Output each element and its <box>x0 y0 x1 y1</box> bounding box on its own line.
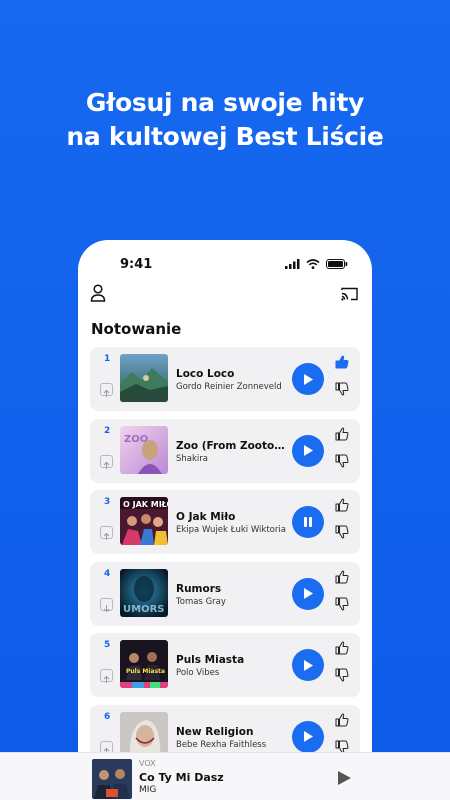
list-item[interactable]: 5 Puls Miasta Puls Miasta Polo Vibes <box>90 633 360 697</box>
profile-icon[interactable] <box>90 284 106 306</box>
now-playing-title: Co Ty Mi Dasz <box>139 771 224 784</box>
album-cover <box>120 354 168 402</box>
thumbs-up-icon[interactable] <box>335 569 349 588</box>
trend-up-icon <box>100 526 113 540</box>
promo-line-1: Głosuj na swoje hity <box>85 88 365 117</box>
thumbs-down-icon[interactable] <box>335 381 349 400</box>
thumbs-up-icon[interactable] <box>335 354 349 373</box>
song-title: Zoo (From Zootopia 2) <box>176 439 290 452</box>
signal-icon <box>285 259 300 269</box>
song-title: Loco Loco <box>176 368 235 380</box>
pause-button[interactable] <box>292 506 324 538</box>
album-cover: UMORS <box>120 568 168 617</box>
thumbs-up-icon[interactable] <box>335 426 349 445</box>
thumbs-up-icon[interactable] <box>335 640 349 659</box>
list-item[interactable]: 4 UMORS Rumors Tomas Gray <box>90 561 360 626</box>
now-playing-cover <box>92 759 132 799</box>
song-title: Rumors <box>176 582 222 595</box>
status-bar: 9:41 <box>78 257 372 275</box>
play-icon <box>304 659 313 671</box>
play-button[interactable] <box>292 577 324 610</box>
status-time: 9:41 <box>120 257 153 272</box>
wifi-icon <box>306 259 320 269</box>
svg-text:UMORS: UMORS <box>123 604 164 615</box>
song-title: New Religion <box>176 725 254 738</box>
song-artist: Polo Vibes <box>176 668 220 678</box>
thumbs-down-icon[interactable] <box>335 453 349 472</box>
mini-player[interactable]: VOX Co Ty Mi Dasz MIG <box>0 752 450 800</box>
svg-text:Puls Miasta: Puls Miasta <box>126 668 165 675</box>
play-button[interactable] <box>292 649 324 681</box>
rank-number: 1 <box>104 354 111 364</box>
song-artist: Shakira <box>176 453 208 464</box>
thumbs-up-icon[interactable] <box>335 712 349 731</box>
song-title: Puls Miasta <box>176 654 245 666</box>
now-playing-artist: MIG <box>139 785 157 795</box>
rank-number: 6 <box>104 711 111 722</box>
trend-up-icon <box>100 383 113 397</box>
list-item[interactable]: 3 O JAK MIŁO O Jak Miło Ekipa Wujek <box>90 490 360 554</box>
trend-up-icon <box>100 669 113 683</box>
rank-number: 3 <box>104 497 111 507</box>
section-title: Notowanie <box>91 320 182 338</box>
status-icons <box>285 259 348 269</box>
song-artist: Bebe Rexha Faithless <box>176 739 267 750</box>
battery-icon <box>326 259 348 269</box>
list-item[interactable]: 1 Loco Loco Gordo Reinier Zonneveld <box>90 347 360 411</box>
song-artist: Ekipa Wujek Łuki Wiktoria <box>176 525 286 535</box>
thumbs-up-icon[interactable] <box>335 497 349 516</box>
top-bar <box>78 284 372 308</box>
pause-icon <box>304 517 312 527</box>
trend-up-icon <box>100 454 113 469</box>
list-item[interactable]: 2 ZOO Zoo (From Zootopia 2) Shakira <box>90 418 360 483</box>
play-icon <box>304 731 313 742</box>
play-icon <box>304 445 313 456</box>
play-icon <box>304 373 313 385</box>
promo-headline: Głosuj na swoje hity na kultowej Best Li… <box>0 86 450 154</box>
song-artist: Gordo Reinier Zonneveld <box>176 382 282 392</box>
song-title: O Jak Miło <box>176 511 236 523</box>
play-icon[interactable] <box>337 770 352 790</box>
promo-line-2: na kultowej Best Liście <box>66 122 384 151</box>
phone-mockup: 9:41 Notowanie 1 Loco Loco Gordo Reinier… <box>78 240 372 800</box>
song-artist: Tomas Gray <box>176 596 226 607</box>
chart-list: 1 Loco Loco Gordo Reinier Zonneveld 2 ZO… <box>90 347 360 776</box>
play-button[interactable] <box>292 720 324 753</box>
thumbs-down-icon[interactable] <box>335 524 349 543</box>
thumbs-down-icon[interactable] <box>335 596 349 615</box>
trend-down-icon <box>100 597 113 612</box>
album-cover: Puls Miasta <box>120 640 168 688</box>
play-button[interactable] <box>292 363 324 395</box>
svg-text:O JAK MIŁO: O JAK MIŁO <box>123 500 168 509</box>
album-cover: ZOO <box>120 425 168 474</box>
thumbs-down-icon[interactable] <box>335 667 349 686</box>
rank-number: 4 <box>104 568 111 579</box>
rank-number: 2 <box>104 425 111 436</box>
cast-icon[interactable] <box>341 286 358 305</box>
play-button[interactable] <box>292 434 324 467</box>
rank-number: 5 <box>104 640 111 650</box>
play-icon <box>304 588 313 599</box>
station-name: VOX <box>139 759 156 768</box>
album-cover: O JAK MIŁO <box>120 497 168 545</box>
